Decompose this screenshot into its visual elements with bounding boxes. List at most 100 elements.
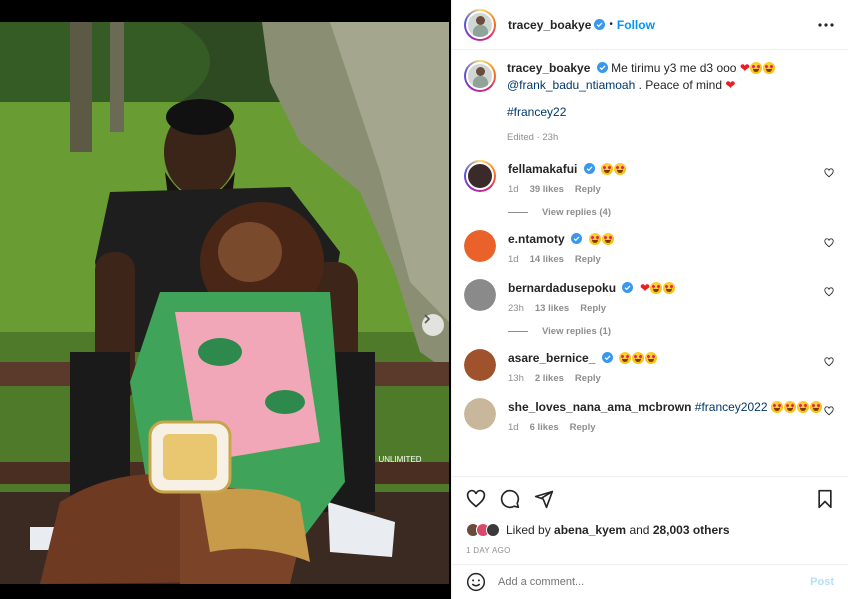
photo-watermark: UNLIMITED <box>378 455 421 464</box>
comment-time: 1d <box>508 184 519 195</box>
comment-time: 1d <box>508 254 519 265</box>
comment-reply-button[interactable]: Reply <box>575 373 601 384</box>
comment-avatar[interactable] <box>464 230 496 262</box>
comment-item: fellamakafui 1d 39 likes Reply <box>464 160 836 195</box>
heart-eyes-emoji <box>614 163 627 175</box>
heart-eyes-emoji <box>645 352 658 364</box>
comment-time: 23h <box>508 303 524 314</box>
follow-button[interactable]: Follow <box>617 18 655 32</box>
caption-author-avatar[interactable] <box>464 60 496 92</box>
verified-badge-icon <box>583 163 595 174</box>
caption-edited-meta: Edited · 23h <box>507 132 559 143</box>
comment-time: 13h <box>508 373 524 384</box>
liked-by-prefix: Liked by <box>506 523 551 537</box>
heart-eyes-emoji <box>796 401 809 413</box>
like-comment-heart-icon[interactable] <box>824 406 834 416</box>
post-side-panel: tracey_boakye • Follow tracey_boakye Me … <box>451 0 848 599</box>
heart-eyes-emoji <box>601 163 614 175</box>
heart-eyes-emoji <box>783 401 796 413</box>
header-separator: • <box>609 19 613 30</box>
view-replies-label: View replies (4) <box>542 207 611 218</box>
comment-bubble-icon[interactable] <box>500 489 520 509</box>
comment-likes-link[interactable]: 2 likes <box>535 373 564 384</box>
heart-eyes-emoji <box>762 62 775 74</box>
comment-username[interactable]: e.ntamoty <box>508 232 565 246</box>
liked-by-avatars[interactable] <box>466 523 500 537</box>
comment-hashtag-link[interactable]: #francey2022 <box>695 400 768 414</box>
comment-likes-link[interactable]: 14 likes <box>530 254 564 265</box>
comment-username[interactable]: she_loves_nana_ama_mcbrown <box>508 400 691 414</box>
caption-author-username[interactable]: tracey_boakye <box>507 61 590 75</box>
couple-photo-illustration: UNLIMITED <box>0 22 449 584</box>
view-replies-button[interactable]: View replies (4) <box>508 207 836 218</box>
comment-username[interactable]: bernardadusepoku <box>508 281 616 295</box>
author-username[interactable]: tracey_boakye <box>508 18 591 32</box>
post-header: tracey_boakye • Follow <box>452 0 848 50</box>
heart-eyes-emoji <box>601 233 614 245</box>
comments-list[interactable]: tracey_boakye Me tirimu y3 me d3 ooo ❤ @… <box>452 50 848 476</box>
post-caption: tracey_boakye Me tirimu y3 me d3 ooo ❤ @… <box>464 58 836 146</box>
post-comment-button[interactable]: Post <box>810 576 834 588</box>
comment-reply-button[interactable]: Reply <box>570 422 596 433</box>
like-comment-heart-icon[interactable] <box>824 287 834 297</box>
comment-item: she_loves_nana_ama_mcbrown #francey2022 … <box>464 398 836 433</box>
emoji-picker-icon[interactable] <box>466 572 486 592</box>
comment-item: bernardadusepoku ❤ 23h 13 likes Reply <box>464 279 836 314</box>
comment-item: asare_bernice_ 13h 2 likes Reply <box>464 349 836 384</box>
red-heart-emoji: ❤ <box>725 78 736 92</box>
heart-eyes-emoji <box>650 282 663 294</box>
verified-badge-icon <box>594 19 606 30</box>
liked-by-summary: Liked by abena_kyem and 28,003 others <box>452 520 848 540</box>
like-comment-heart-icon[interactable] <box>824 238 834 248</box>
liked-by-user-link[interactable]: abena_kyem <box>554 523 626 537</box>
post-date: 1 DAY AGO <box>466 546 511 555</box>
next-photo-button[interactable] <box>422 314 444 336</box>
caption-hashtag-link[interactable]: #francey22 <box>507 105 566 119</box>
share-send-icon[interactable] <box>534 489 554 509</box>
post-actions-bar <box>452 476 848 520</box>
like-heart-icon[interactable] <box>466 489 486 509</box>
add-comment-input[interactable] <box>498 576 811 588</box>
comment-item: e.ntamoty 1d 14 likes Reply <box>464 230 836 265</box>
post-modal: UNLIMITED tracey_boakye • Follow tracey_… <box>0 0 848 599</box>
comment-reply-button[interactable]: Reply <box>575 254 601 265</box>
heart-eyes-emoji <box>749 62 762 74</box>
author-avatar[interactable] <box>464 8 496 41</box>
heart-eyes-emoji <box>809 401 822 413</box>
comment-avatar[interactable] <box>464 279 496 311</box>
comment-time: 1d <box>508 422 519 433</box>
comment-likes-link[interactable]: 39 likes <box>530 184 564 195</box>
verified-badge-icon <box>622 282 634 293</box>
liked-by-count-link[interactable]: 28,003 others <box>653 523 730 537</box>
like-comment-heart-icon[interactable] <box>824 168 834 178</box>
post-photo[interactable]: UNLIMITED <box>0 22 449 584</box>
post-media: UNLIMITED <box>0 0 451 599</box>
comment-username[interactable]: asare_bernice_ <box>508 351 595 365</box>
chevron-right-icon <box>424 314 431 324</box>
like-comment-heart-icon[interactable] <box>824 357 834 367</box>
heart-eyes-emoji <box>632 352 645 364</box>
save-bookmark-icon[interactable] <box>816 489 834 509</box>
more-options-icon[interactable] <box>818 22 834 27</box>
liked-by-middle: and <box>629 523 650 537</box>
comment-reply-button[interactable]: Reply <box>575 184 601 195</box>
heart-eyes-emoji <box>588 233 601 245</box>
caption-tail: . Peace of mind <box>638 78 723 92</box>
comment-avatar[interactable] <box>464 398 496 430</box>
comment-username[interactable]: fellamakafui <box>508 162 577 176</box>
caption-text: Me tirimu y3 me d3 ooo <box>611 61 737 75</box>
heart-eyes-emoji <box>770 401 783 413</box>
view-replies-button[interactable]: View replies (1) <box>508 326 836 337</box>
comment-avatar[interactable] <box>464 349 496 381</box>
verified-badge-icon <box>571 233 583 244</box>
comment-reply-button[interactable]: Reply <box>580 303 606 314</box>
comment-likes-link[interactable]: 6 likes <box>530 422 559 433</box>
heart-eyes-emoji <box>619 352 632 364</box>
comment-avatar[interactable] <box>464 160 496 192</box>
caption-mention-link[interactable]: @frank_badu_ntiamoah <box>507 78 635 92</box>
red-heart-emoji: ❤ <box>640 281 651 295</box>
add-comment-bar: Post <box>452 564 848 599</box>
comment-likes-link[interactable]: 13 likes <box>535 303 569 314</box>
verified-badge-icon <box>601 352 613 363</box>
red-heart-emoji: ❤ <box>739 61 750 75</box>
